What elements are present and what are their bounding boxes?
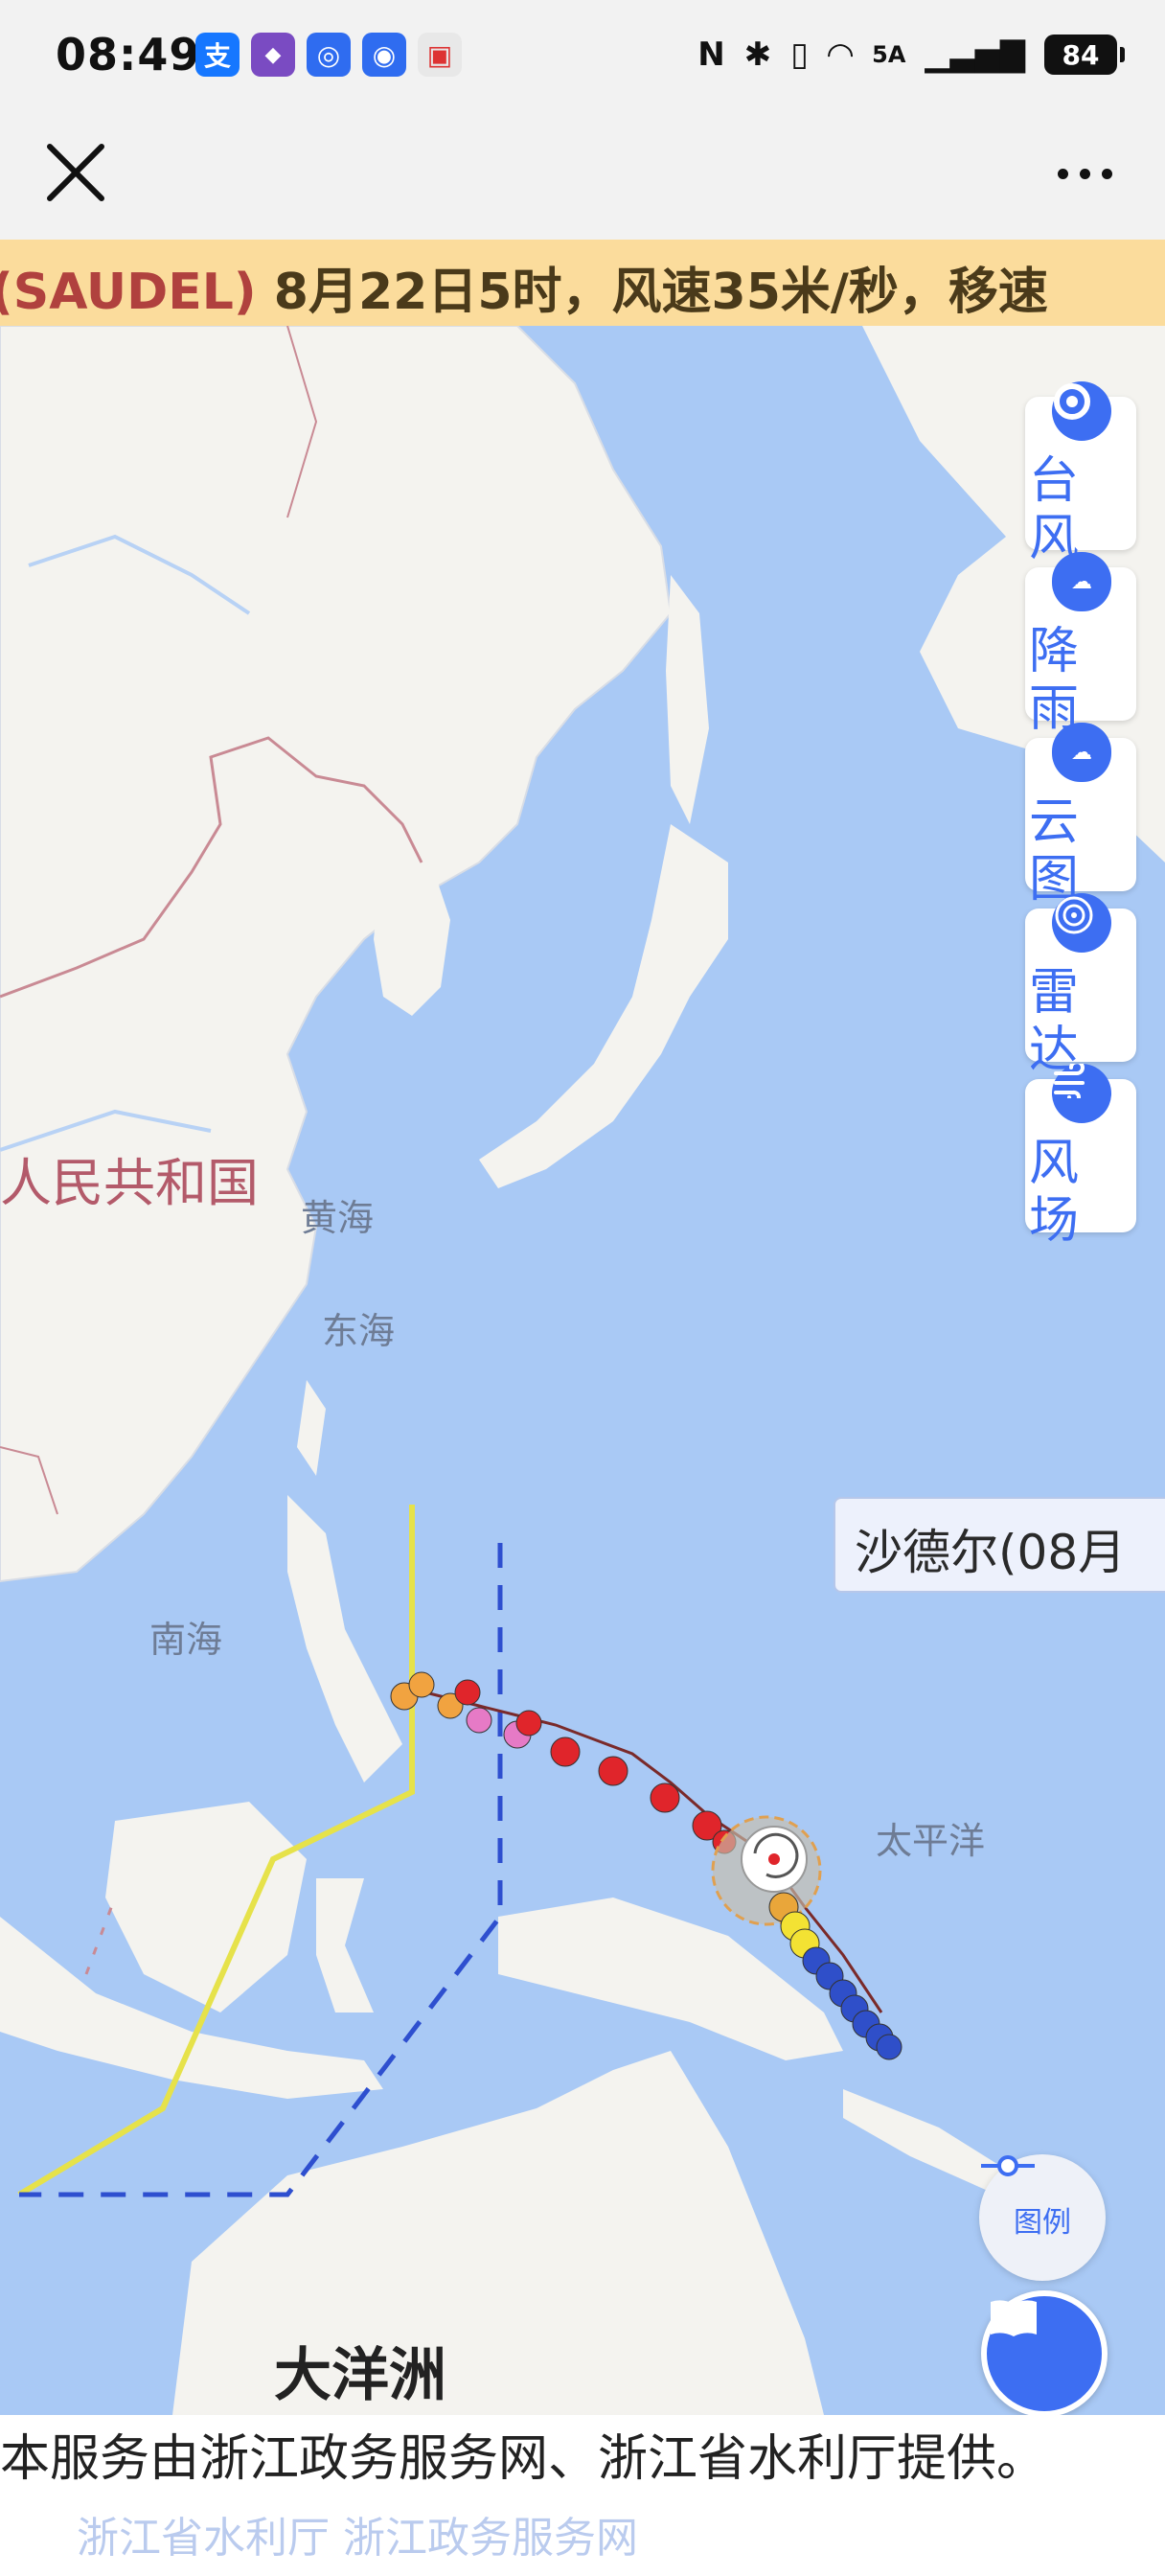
system-indicators: N ✱ ▯ ◠ 5A ▁▃▅▇ 84 <box>697 33 1125 77</box>
layer-label-typhoon: 台风 <box>1028 452 1079 567</box>
track-point <box>466 1707 492 1734</box>
track-points-history <box>390 1671 737 1854</box>
wifi-icon: ◠ <box>827 35 854 74</box>
alipay-icon: 支 <box>195 33 240 77</box>
legend-label: 图例 <box>1014 2206 1071 2240</box>
layer-toggle-radar[interactable]: 雷达 <box>1025 893 1136 1079</box>
map-label-south-sea: 南海 <box>149 1619 223 1661</box>
more-dot-icon <box>1101 168 1112 179</box>
map-label-oceania: 大洋洲 <box>274 2342 446 2409</box>
track-point <box>650 1782 680 1813</box>
nfc-icon: N <box>697 35 725 74</box>
sulawesi-landmass <box>316 1878 374 2012</box>
asia-landmass <box>0 326 673 1583</box>
guide-book-button[interactable] <box>981 2290 1108 2415</box>
ticker-text: 8月22日5时，风速35米/秒，移速 <box>273 264 1048 321</box>
south-sea-dash <box>84 1897 117 1975</box>
track-point <box>454 1679 481 1706</box>
map-label-yellow-sea: 黄海 <box>301 1197 375 1239</box>
radar-icon <box>1052 893 1111 953</box>
battery-icon: 84 <box>1044 34 1125 75</box>
more-button[interactable] <box>1046 145 1123 202</box>
sakhalin-landmass <box>666 575 709 824</box>
ticker-typhoon-name: (SAUDEL) <box>0 264 257 321</box>
status-bar: 08:49 支 ◆ ◎ ◉ ▣ N ✱ ▯ ◠ 5A ▁▃▅▇ 84 <box>0 0 1165 110</box>
footer-credit-text: 本服务由浙江政务服务网、浙江省水利厅提供。 <box>0 2430 1047 2488</box>
rain-cloud-icon: ☁ <box>1052 552 1111 611</box>
map-label-east-sea: 东海 <box>322 1310 396 1352</box>
status-time: 08:49 <box>56 29 201 80</box>
track-point <box>598 1756 628 1786</box>
philippines-landmass <box>287 1495 402 1782</box>
close-icon <box>47 144 104 201</box>
typhoon-center <box>768 1853 780 1865</box>
map-label-china: 人民共和国 <box>0 1153 259 1213</box>
pacific-islands <box>843 2089 1016 2195</box>
vibrate-icon: ▯ <box>790 35 809 74</box>
australia-landmass <box>172 2051 824 2415</box>
footer: 本服务由浙江政务服务网、浙江省水利厅提供。 浙江省水利厅 浙江政务服务网 <box>0 2415 1165 2576</box>
typhoon-callout[interactable]: 沙德尔(08月 <box>834 1497 1165 1593</box>
layer-label-cloud: 云图 <box>1028 794 1079 908</box>
wind-icon <box>1052 1064 1111 1123</box>
game-app-icon: ◆ <box>251 33 295 77</box>
footer-links[interactable]: 浙江省水利厅 浙江政务服务网 <box>77 2503 638 2564</box>
network-label: 5A <box>872 41 906 68</box>
layer-label-rain: 降雨 <box>1028 623 1079 738</box>
track-point <box>876 2034 902 2060</box>
map-label-pacific: 太平洋 <box>876 1820 986 1862</box>
bulb-app-icon: ◎ <box>307 33 351 77</box>
layer-label-wind: 风场 <box>1028 1135 1079 1250</box>
ticker-content: (SAUDEL) 8月22日5时，风速35米/秒，移速 <box>0 251 1048 323</box>
typhoon-map[interactable]: 人民共和国 黄海 东海 南海 太平洋 大洋洲 沙德尔(08月 台风 ☁ 降雨 ☁… <box>0 326 1165 2415</box>
cloud-icon: ☁ <box>1052 723 1111 782</box>
track-point <box>550 1736 581 1767</box>
bluetooth-icon: ✱ <box>743 35 772 74</box>
layer-toggle-rain[interactable]: ☁ 降雨 <box>1025 552 1136 738</box>
layer-toggle-cloud[interactable]: ☁ 云图 <box>1025 723 1136 908</box>
layer-toggle-typhoon[interactable]: 台风 <box>1025 381 1136 567</box>
more-dot-icon <box>1079 168 1090 179</box>
borneo-landmass <box>105 1802 307 2012</box>
taiwan-landmass <box>297 1380 326 1476</box>
more-dot-icon <box>1057 168 1068 179</box>
nav-bar <box>0 110 1165 240</box>
typhoon-ticker[interactable]: (SAUDEL) 8月22日5时，风速35米/秒，移速 <box>0 240 1165 326</box>
box-app-icon: ▣ <box>418 33 462 77</box>
track-point <box>408 1671 435 1698</box>
typhoon-icon <box>1052 381 1111 441</box>
layer-label-radar: 雷达 <box>1028 964 1079 1079</box>
close-button[interactable] <box>42 139 109 206</box>
shield-app-icon: ◉ <box>362 33 406 77</box>
layer-toggle-wind[interactable]: 风场 <box>1025 1064 1136 1250</box>
map-canvas[interactable] <box>0 326 1165 2415</box>
legend-icon <box>981 2155 1035 2176</box>
japan-landmass <box>479 824 728 1188</box>
legend-button[interactable]: 图例 <box>979 2154 1106 2281</box>
track-point <box>515 1710 542 1736</box>
book-icon <box>991 2300 1037 2336</box>
signal-icon: ▁▃▅▇ <box>925 35 1025 74</box>
